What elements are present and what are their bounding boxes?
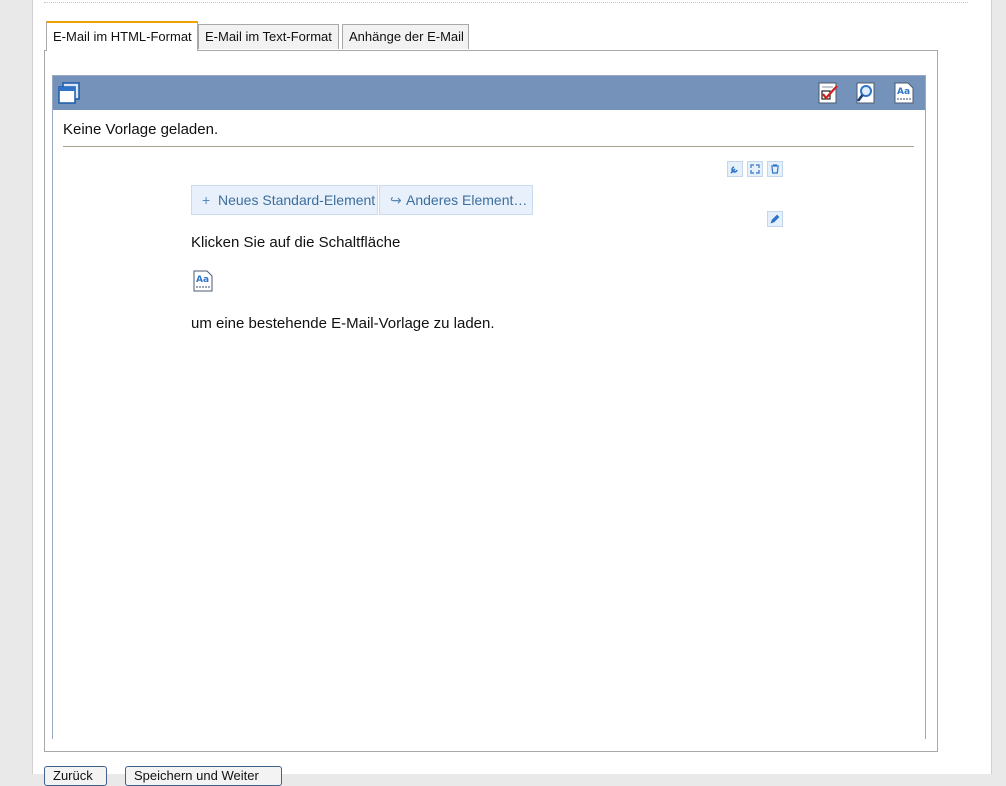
other-element-button[interactable]: ↪ Anderes Element…	[379, 185, 533, 215]
new-standard-element-button[interactable]: + Neues Standard-Element	[191, 185, 378, 215]
template-icon[interactable]: Aa	[892, 81, 916, 105]
tab-attachments[interactable]: Anhänge der E-Mail	[342, 24, 469, 49]
hint-text-1: Klicken Sie auf die Schaltfläche	[191, 234, 401, 251]
other-element-label: Anderes Element…	[406, 192, 528, 208]
plus-icon: +	[202, 192, 211, 208]
top-divider	[44, 2, 968, 3]
tab-text-format[interactable]: E-Mail im Text-Format	[198, 24, 339, 49]
wrench-icon[interactable]	[727, 161, 743, 177]
page-container: E-Mail im HTML-Format E-Mail im Text-For…	[32, 0, 992, 786]
svg-text:Aa: Aa	[897, 87, 910, 97]
preview-icon[interactable]	[854, 81, 878, 105]
editor-toolbar: Aa	[53, 76, 925, 110]
back-button[interactable]: Zurück	[44, 766, 107, 786]
status-message: Keine Vorlage geladen.	[63, 121, 219, 138]
window-icon[interactable]	[57, 81, 81, 105]
email-editor: Aa Keine Vorlage geladen. + Neues Standa…	[52, 75, 926, 739]
tab-html-format[interactable]: E-Mail im HTML-Format	[46, 21, 198, 51]
arrow-icon: ↪	[390, 192, 402, 208]
status-divider	[63, 146, 914, 147]
tab-panel: Aa Keine Vorlage geladen. + Neues Standa…	[44, 50, 938, 752]
checklist-icon[interactable]	[816, 81, 840, 105]
svg-text:Aa: Aa	[196, 275, 209, 285]
pencil-icon[interactable]	[767, 211, 783, 227]
trash-icon[interactable]	[767, 161, 783, 177]
expand-icon[interactable]	[747, 161, 763, 177]
template-icon: Aa	[191, 269, 215, 293]
save-and-next-button[interactable]: Speichern und Weiter	[125, 766, 282, 786]
new-standard-element-label: Neues Standard-Element	[218, 192, 376, 208]
hint-text-2: um eine bestehende E-Mail-Vorlage zu lad…	[191, 315, 495, 332]
